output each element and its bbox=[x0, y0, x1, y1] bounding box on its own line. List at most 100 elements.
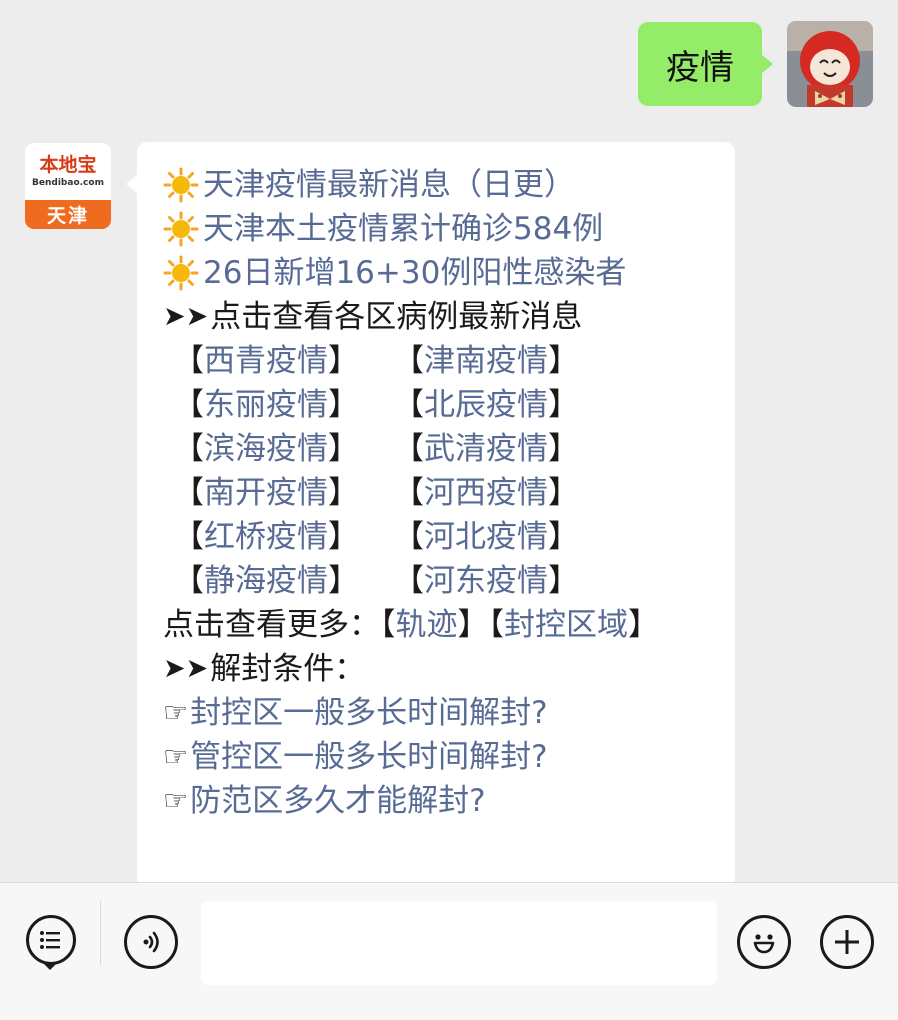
district-link[interactable]: 【滨海疫情】 bbox=[173, 427, 393, 471]
district-link-text[interactable]: 河北疫情 bbox=[424, 519, 548, 555]
sun-icon bbox=[163, 167, 199, 203]
district-row: 【东丽疫情】 【北辰疫情】 bbox=[173, 383, 723, 427]
pointing-hand-icon: ☞ bbox=[163, 696, 189, 729]
bracket-open: 【 bbox=[393, 475, 424, 511]
bracket-open: 【 bbox=[393, 519, 424, 555]
district-link-text[interactable]: 静海疫情 bbox=[204, 563, 328, 599]
double-arrow-icon: ➤➤ bbox=[163, 301, 209, 332]
district-link[interactable]: 【河西疫情】 bbox=[393, 471, 613, 515]
bracket-open: 【 bbox=[173, 431, 204, 467]
sun-icon bbox=[163, 255, 199, 291]
headline-link[interactable]: 26日新增16+30例阳性感染者 bbox=[203, 251, 626, 295]
unseal-question-2[interactable]: ☞ 管控区一般多长时间解封? bbox=[163, 735, 723, 779]
district-link-text[interactable]: 武清疫情 bbox=[424, 431, 548, 467]
logo-url: Bendibao.com bbox=[32, 178, 104, 188]
avatar-image bbox=[787, 21, 873, 107]
bracket-close: 】 bbox=[328, 475, 359, 511]
district-row: 【静海疫情】 【河东疫情】 bbox=[173, 559, 723, 603]
more-links: 点击查看更多：【轨迹】【封控区域】 bbox=[163, 607, 659, 643]
bracket-close: 】 bbox=[548, 519, 579, 555]
menu-caret-icon bbox=[44, 964, 56, 970]
bracket-open: 【 bbox=[173, 387, 204, 423]
toolbar-divider bbox=[100, 901, 101, 965]
bot-message-bubble: 天津疫情最新消息（日更） 天津本土疫情累计确诊584例 26日新增16+30例阳… bbox=[126, 142, 735, 902]
bracket-close: 】 bbox=[328, 519, 359, 555]
bracket-open: 【 bbox=[393, 343, 424, 379]
sealed-area-link[interactable]: 封控区域 bbox=[504, 607, 628, 643]
district-row: 【南开疫情】 【河西疫情】 bbox=[173, 471, 723, 515]
headline-3[interactable]: 26日新增16+30例阳性感染者 bbox=[163, 251, 723, 295]
pointing-hand-icon: ☞ bbox=[163, 740, 189, 773]
district-link[interactable]: 【河北疫情】 bbox=[393, 515, 613, 559]
logo-city: 天津 bbox=[25, 200, 111, 229]
district-link[interactable]: 【武清疫情】 bbox=[393, 427, 613, 471]
bracket-close: 】 bbox=[548, 387, 579, 423]
question-link[interactable]: 管控区一般多长时间解封? bbox=[190, 735, 547, 779]
districts-heading: ➤➤ 点击查看各区病例最新消息 bbox=[163, 295, 723, 339]
district-link[interactable]: 【静海疫情】 bbox=[173, 559, 393, 603]
sun-icon bbox=[163, 211, 199, 247]
district-link[interactable]: 【东丽疫情】 bbox=[173, 383, 393, 427]
bracket-close: 】 bbox=[548, 563, 579, 599]
bracket-close: 】 bbox=[328, 431, 359, 467]
district-row: 【西青疫情】 【津南疫情】 bbox=[173, 339, 723, 383]
districts-heading-text: 点击查看各区病例最新消息 bbox=[210, 299, 583, 335]
menu-list-icon[interactable] bbox=[26, 915, 76, 965]
district-link-text[interactable]: 红桥疫情 bbox=[204, 519, 328, 555]
district-links: 【西青疫情】 【津南疫情】 【东丽疫情】 【北辰疫情】 【滨海疫情】 【武清疫情】 【南开疫… bbox=[163, 339, 723, 603]
headline-2[interactable]: 天津本土疫情累计确诊584例 bbox=[163, 207, 723, 251]
question-link[interactable]: 封控区一般多长时间解封? bbox=[190, 691, 547, 735]
unseal-heading: ➤➤ 解封条件： bbox=[163, 647, 723, 691]
bendibao-avatar[interactable]: 本地宝 Bendibao.com 天津 bbox=[25, 143, 111, 229]
district-row: 【红桥疫情】 【河北疫情】 bbox=[173, 515, 723, 559]
bracket-open: 【 bbox=[173, 519, 204, 555]
unseal-question-1[interactable]: ☞ 封控区一般多长时间解封? bbox=[163, 691, 723, 735]
district-link[interactable]: 【西青疫情】 bbox=[173, 339, 393, 383]
district-link-text[interactable]: 河西疫情 bbox=[424, 475, 548, 511]
add-icon[interactable] bbox=[820, 915, 874, 969]
district-link-text[interactable]: 西青疫情 bbox=[204, 343, 328, 379]
bracket-close: 】 bbox=[328, 563, 359, 599]
headline-link[interactable]: 天津本土疫情累计确诊584例 bbox=[203, 207, 603, 251]
district-link-text[interactable]: 北辰疫情 bbox=[424, 387, 548, 423]
user-message-bubble[interactable]: 疫情 bbox=[638, 22, 773, 106]
more-label: 点击查看更多： bbox=[163, 607, 380, 643]
user-message-text: 疫情 bbox=[666, 47, 734, 88]
double-arrow-icon: ➤➤ bbox=[163, 653, 209, 684]
question-link[interactable]: 防范区多久才能解封? bbox=[190, 779, 485, 823]
bracket-open: 【 bbox=[393, 387, 424, 423]
district-link-text[interactable]: 津南疫情 bbox=[424, 343, 548, 379]
user-avatar[interactable] bbox=[787, 21, 873, 107]
district-link-text[interactable]: 东丽疫情 bbox=[204, 387, 328, 423]
bendibao-logo: 本地宝 Bendibao.com bbox=[25, 143, 111, 200]
unseal-heading-text: 解封条件： bbox=[210, 651, 366, 687]
voice-icon[interactable] bbox=[124, 915, 178, 969]
district-link[interactable]: 【河东疫情】 bbox=[393, 559, 613, 603]
bracket-close: 】 bbox=[548, 343, 579, 379]
bracket-open: 【 bbox=[393, 431, 424, 467]
bracket-open: 【 bbox=[393, 563, 424, 599]
bracket-open: 【 bbox=[173, 563, 204, 599]
bracket-close: 】 bbox=[328, 387, 359, 423]
logo-title: 本地宝 bbox=[39, 154, 97, 176]
bracket-open: 【 bbox=[173, 343, 204, 379]
headline-link[interactable]: 天津疫情最新消息（日更） bbox=[203, 163, 575, 207]
district-link[interactable]: 【津南疫情】 bbox=[393, 339, 613, 383]
pointing-hand-icon: ☞ bbox=[163, 784, 189, 817]
unseal-question-3[interactable]: ☞ 防范区多久才能解封? bbox=[163, 779, 723, 823]
bracket-open: 【 bbox=[173, 475, 204, 511]
district-link[interactable]: 【红桥疫情】 bbox=[173, 515, 393, 559]
district-link[interactable]: 【南开疫情】 bbox=[173, 471, 393, 515]
headline-1[interactable]: 天津疫情最新消息（日更） bbox=[163, 163, 723, 207]
district-link-text[interactable]: 河东疫情 bbox=[424, 563, 548, 599]
bracket-close: 】 bbox=[328, 343, 359, 379]
trajectory-link[interactable]: 轨迹 bbox=[396, 607, 458, 643]
emoji-icon[interactable] bbox=[737, 915, 791, 969]
message-input[interactable] bbox=[201, 901, 717, 985]
bracket-close: 】 bbox=[548, 475, 579, 511]
chat-input-bar bbox=[0, 882, 898, 1020]
district-link-text[interactable]: 南开疫情 bbox=[204, 475, 328, 511]
district-link-text[interactable]: 滨海疫情 bbox=[204, 431, 328, 467]
district-row: 【滨海疫情】 【武清疫情】 bbox=[173, 427, 723, 471]
district-link[interactable]: 【北辰疫情】 bbox=[393, 383, 613, 427]
